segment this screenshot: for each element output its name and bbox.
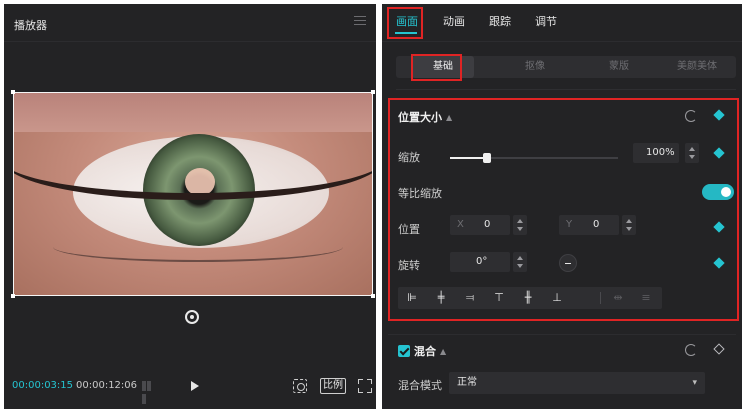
rotation-value: 0°	[476, 256, 488, 267]
chevron-up-icon: ▲	[440, 347, 447, 356]
menu-icon[interactable]	[354, 16, 366, 26]
keyframe-diamond-icon[interactable]	[713, 343, 725, 355]
position-x-input[interactable]: X 0	[450, 215, 510, 235]
tab-tracking[interactable]: 跟踪	[489, 13, 511, 29]
position-x-value: 0	[484, 219, 491, 230]
position-y-value: 0	[593, 219, 600, 230]
divider	[4, 41, 376, 42]
divider	[382, 41, 742, 42]
rotation-input[interactable]: 0°	[450, 252, 510, 272]
video-preview[interactable]	[13, 92, 373, 296]
align-left-icon[interactable]: ⊫	[398, 287, 426, 309]
position-label: 位置	[398, 223, 420, 236]
align-right-icon[interactable]: ⫤	[456, 287, 484, 309]
scale-label: 缩放	[398, 151, 420, 164]
chevron-down-icon: ▾	[692, 378, 697, 388]
reset-icon[interactable]	[685, 110, 697, 122]
blend-mode-label: 混合模式	[398, 379, 442, 392]
blend-mode-select[interactable]: 正常 ▾	[449, 372, 705, 394]
divider	[600, 292, 601, 304]
align-bottom-icon[interactable]: ⊥	[543, 287, 571, 309]
scale-slider-handle[interactable]	[483, 153, 491, 163]
subtab-mask[interactable]: 蒙版	[580, 56, 658, 78]
blend-mode-value: 正常	[457, 377, 477, 388]
scale-stepper[interactable]	[685, 143, 699, 163]
scale-slider[interactable]	[450, 153, 618, 163]
current-time: 00:00:03:15	[12, 380, 74, 391]
position-y-input[interactable]: Y 0	[559, 215, 619, 235]
rotation-stepper[interactable]	[513, 252, 527, 272]
x-prefix: X	[457, 219, 464, 230]
subtab-highlight-box	[411, 54, 462, 81]
eye-image-lash	[53, 232, 343, 262]
resize-handle-br[interactable]	[371, 294, 375, 298]
y-prefix: Y	[566, 219, 573, 230]
player-title: 播放器	[14, 19, 47, 32]
align-toolbar: ⊫ ╪ ⫤ ⊤ ╫ ⊥ ⇹ ≡	[398, 287, 662, 309]
position-y-stepper[interactable]	[622, 215, 636, 235]
divider	[396, 89, 736, 90]
inspector-panel: 画面 动画 跟踪 调节 基础 抠像 蒙版 美颜美体 位置大小 ▲ 缩放 100% …	[382, 4, 742, 409]
subtab-beauty[interactable]: 美颜美体	[658, 56, 736, 78]
tab-active-underline	[395, 32, 417, 34]
player-panel: 播放器 00:00:03:15 00:00:12:06 比例	[4, 4, 376, 409]
resize-handle-bl[interactable]	[11, 294, 15, 298]
uniform-scale-label: 等比缩放	[398, 187, 442, 200]
distribute-v-icon[interactable]: ≡	[632, 287, 660, 309]
blend-checkbox[interactable]	[398, 345, 410, 357]
blend-title[interactable]: 混合 ▲	[414, 343, 446, 359]
align-center-v-icon[interactable]: ╫	[514, 287, 542, 309]
align-center-h-icon[interactable]: ╪	[427, 287, 455, 309]
fullscreen-icon[interactable]	[358, 379, 372, 393]
rotation-knob[interactable]	[559, 254, 577, 272]
play-icon[interactable]	[191, 381, 199, 391]
scale-value: 100%	[646, 147, 675, 158]
resize-handle-tr[interactable]	[371, 90, 375, 94]
rotation-label: 旋转	[398, 259, 420, 272]
position-x-stepper[interactable]	[513, 215, 527, 235]
snapshot-icon[interactable]	[293, 379, 307, 393]
scale-input[interactable]: 100%	[633, 143, 679, 163]
tab-animation[interactable]: 动画	[443, 13, 465, 29]
tab-picture[interactable]: 画面	[396, 13, 418, 29]
eye-image-lid	[13, 120, 373, 200]
grid-icon[interactable]	[142, 381, 156, 404]
align-top-icon[interactable]: ⊤	[485, 287, 513, 309]
divider	[388, 334, 736, 335]
total-time: 00:00:12:06	[76, 380, 138, 391]
recenter-icon[interactable]	[185, 310, 199, 324]
scale-slider-fill	[450, 157, 487, 159]
uniform-scale-toggle[interactable]	[702, 184, 734, 200]
position-size-title[interactable]: 位置大小 ▲	[398, 109, 452, 125]
chevron-up-icon: ▲	[446, 113, 453, 122]
resize-handle-tl[interactable]	[11, 90, 15, 94]
subtab-cutout[interactable]: 抠像	[496, 56, 574, 78]
ratio-button[interactable]: 比例	[320, 378, 346, 394]
reset-icon[interactable]	[685, 344, 697, 356]
distribute-h-icon[interactable]: ⇹	[604, 287, 632, 309]
tab-adjust[interactable]: 调节	[535, 13, 557, 29]
